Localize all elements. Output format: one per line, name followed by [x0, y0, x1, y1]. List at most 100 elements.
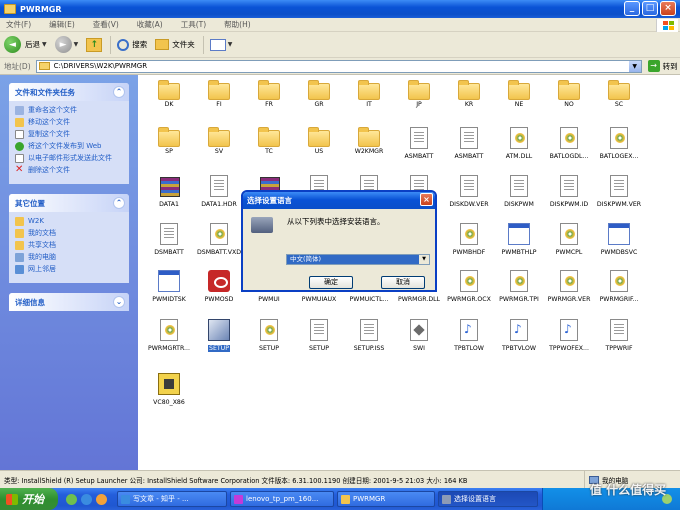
file-item[interactable]: VC80_X86	[144, 373, 194, 406]
file-item[interactable]: DISKPWM	[494, 175, 544, 208]
file-item[interactable]: NO	[544, 80, 594, 108]
file-item[interactable]: PWRMGR.VER	[544, 270, 594, 303]
place-shared-documents[interactable]: 共享文档	[15, 241, 125, 250]
file-item[interactable]: SETUP	[194, 319, 244, 352]
file-item[interactable]: SETUP.ISS	[344, 319, 394, 352]
file-item[interactable]: PWMBTHLP	[494, 223, 544, 256]
file-item[interactable]: SETUP	[244, 319, 294, 352]
close-button[interactable]: ×	[660, 1, 676, 16]
menu-tools[interactable]: 工具(T)	[181, 19, 206, 30]
file-item[interactable]: SV	[194, 127, 244, 155]
window-title-bar[interactable]: PWRMGR _ □ ×	[0, 0, 680, 18]
cancel-button[interactable]: 取消	[381, 276, 425, 289]
maximize-button[interactable]: □	[642, 1, 658, 16]
file-item[interactable]: KR	[444, 80, 494, 108]
file-item[interactable]: PWRMGRIF...	[594, 270, 644, 303]
file-item[interactable]: DK	[144, 80, 194, 108]
file-item[interactable]: DISKDW.VER	[444, 175, 494, 208]
file-item[interactable]: TC	[244, 127, 294, 155]
views-button[interactable]: ▼	[209, 38, 233, 51]
file-item[interactable]: ASMBATT	[444, 127, 494, 160]
file-item[interactable]: IT	[344, 80, 394, 108]
details-header[interactable]: 详细信息 ⌄	[9, 293, 129, 311]
file-item[interactable]: PWMCPL	[544, 223, 594, 256]
file-item[interactable]: TPBTVLOW	[494, 319, 544, 352]
desktop-icon[interactable]	[66, 493, 77, 505]
file-item[interactable]: US	[294, 127, 344, 155]
file-item[interactable]: DATA1.HDR	[194, 175, 244, 208]
file-item[interactable]: NE	[494, 80, 544, 108]
file-item[interactable]: ATM.DLL	[494, 127, 544, 160]
search-button[interactable]: 搜索	[117, 38, 147, 51]
dialog-title-bar[interactable]: 选择设置语言 ×	[243, 192, 435, 209]
start-button[interactable]: 开始	[0, 488, 58, 510]
task-lenovo[interactable]: lenovo_tp_pm_160...	[230, 491, 334, 507]
minimize-button[interactable]: _	[624, 1, 640, 16]
file-item[interactable]: DATA1	[144, 175, 194, 208]
up-folder-button[interactable]: ↑	[86, 37, 103, 52]
file-item[interactable]: PWMDBSVC	[594, 223, 644, 256]
email-file-link[interactable]: 以电子邮件形式发送此文件	[15, 154, 125, 163]
task-language-dialog[interactable]: 选择设置语言	[438, 491, 538, 507]
dialog-close-button[interactable]: ×	[420, 193, 433, 206]
place-my-documents[interactable]: 我的文档	[15, 229, 125, 238]
place-my-computer[interactable]: 我的电脑	[15, 253, 125, 262]
file-item[interactable]: DSMBATT	[144, 223, 194, 256]
file-item[interactable]: PWMIDTSK	[144, 270, 194, 303]
task-pwrmgr[interactable]: PWRMGR	[337, 491, 435, 507]
delete-file-link[interactable]: ✕ 删除这个文件	[15, 165, 125, 175]
expand-icon[interactable]: ⌄	[113, 296, 125, 308]
file-item[interactable]: SETUP	[294, 319, 344, 352]
chevron-down-icon[interactable]: ▼	[628, 60, 641, 72]
file-tasks-header[interactable]: 文件和文件夹任务 ⌃	[9, 83, 129, 101]
file-item[interactable]: W2KMGR	[344, 127, 394, 155]
other-places-header[interactable]: 其它位置 ⌃	[9, 194, 129, 212]
back-button[interactable]: ◄ 后退 ▼	[4, 36, 47, 53]
ie-icon[interactable]	[81, 493, 92, 505]
menu-file[interactable]: 文件(F)	[6, 19, 31, 30]
address-input[interactable]: C:\DRIVERS\W2K\PWRMGR ▼	[35, 59, 642, 73]
chevron-down-icon[interactable]: ▼	[228, 41, 233, 48]
file-item[interactable]: SP	[144, 127, 194, 155]
go-button[interactable]: → 转到	[647, 60, 678, 72]
file-item[interactable]: BATLOGDL...	[544, 127, 594, 160]
menu-view[interactable]: 查看(V)	[93, 19, 119, 30]
file-item[interactable]: PWMOSD	[194, 270, 244, 303]
language-select[interactable]: 中文(简体) ▼	[286, 254, 430, 265]
file-item[interactable]: BATLOGEX...	[594, 127, 644, 160]
file-item[interactable]: TPPWRIF	[594, 319, 644, 352]
file-item[interactable]: DISKPWM.VER	[594, 175, 644, 208]
menu-edit[interactable]: 编辑(E)	[49, 19, 75, 30]
file-item[interactable]: GR	[294, 80, 344, 108]
publish-web-link[interactable]: 将这个文件发布到 Web	[15, 142, 125, 151]
chevron-down-icon[interactable]: ▼	[42, 41, 47, 48]
file-item[interactable]: JP	[394, 80, 444, 108]
file-item[interactable]: DISKPWM.ID	[544, 175, 594, 208]
file-item[interactable]: TPBTLOW	[444, 319, 494, 352]
collapse-icon[interactable]: ⌃	[113, 86, 125, 98]
collapse-icon[interactable]: ⌃	[113, 197, 125, 209]
menu-favorites[interactable]: 收藏(A)	[137, 19, 163, 30]
rename-file-link[interactable]: 重命名这个文件	[15, 106, 125, 115]
file-item[interactable]: DSMBATT.VXD	[194, 223, 244, 256]
file-item[interactable]: ASMBATT	[394, 127, 444, 160]
menu-help[interactable]: 帮助(H)	[224, 19, 251, 30]
file-item[interactable]: SC	[594, 80, 644, 108]
chevron-down-icon[interactable]: ▼	[74, 41, 79, 48]
file-item[interactable]: PWRMGR.TPI	[494, 270, 544, 303]
copy-file-link[interactable]: 复制这个文件	[15, 130, 125, 139]
file-item[interactable]: PWRMGRTR...	[144, 319, 194, 352]
file-item[interactable]: PWMBHDF	[444, 223, 494, 256]
folders-button[interactable]: 文件夹	[155, 39, 195, 50]
file-item[interactable]: FR	[244, 80, 294, 108]
place-network[interactable]: 网上邻居	[15, 265, 125, 274]
forward-button[interactable]: ► ▼	[54, 36, 79, 53]
file-item[interactable]: SWI	[394, 319, 444, 352]
ok-button[interactable]: 确定	[309, 276, 353, 289]
chevron-down-icon[interactable]: ▼	[419, 255, 429, 264]
move-file-link[interactable]: 移动这个文件	[15, 118, 125, 127]
place-w2k[interactable]: W2K	[15, 217, 125, 226]
file-item[interactable]: TPPWOFEX...	[544, 319, 594, 352]
task-zhihu[interactable]: 写文章 - 知乎 - ...	[117, 491, 227, 507]
media-icon[interactable]	[96, 493, 107, 505]
